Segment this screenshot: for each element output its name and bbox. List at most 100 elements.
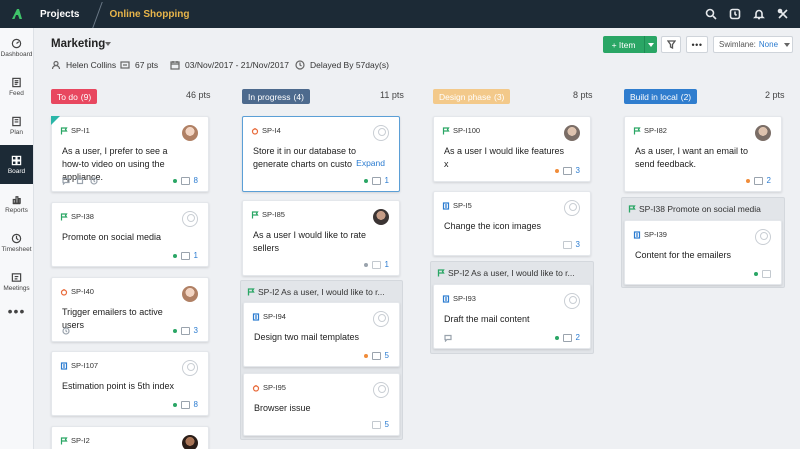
column-status-label: Build in local bbox=[630, 91, 678, 102]
card-title[interactable]: As a user, I want an email to send feedb… bbox=[635, 145, 757, 171]
sidebar-item-meetings[interactable]: Meetings bbox=[0, 262, 33, 301]
card-title[interactable]: Content for the emailers bbox=[635, 249, 757, 262]
avatar[interactable] bbox=[182, 360, 198, 376]
card-actions bbox=[444, 334, 452, 342]
avatar[interactable] bbox=[564, 200, 580, 216]
card-title[interactable]: Design two mail templates bbox=[254, 331, 375, 344]
parent-group-title[interactable]: SP-I2 As a user, I would like to r... bbox=[247, 287, 385, 297]
avatar[interactable] bbox=[373, 311, 389, 327]
expand-link[interactable]: Expand bbox=[352, 158, 385, 168]
column-status-build[interactable]: Build in local (2) bbox=[624, 89, 698, 104]
sidebar-item-board[interactable]: Board bbox=[0, 145, 33, 184]
avatar[interactable] bbox=[373, 382, 389, 398]
page-title[interactable]: Marketing bbox=[51, 38, 105, 50]
card-title[interactable]: Trigger emailers to active users bbox=[62, 306, 184, 332]
sidebar-item-timesheet[interactable]: Timesheet bbox=[0, 223, 33, 262]
avatar[interactable] bbox=[182, 211, 198, 227]
card-id-text: SP-I100 bbox=[453, 126, 481, 135]
card-title[interactable]: Estimation point is 5th index bbox=[62, 380, 184, 393]
avatar[interactable] bbox=[755, 125, 771, 141]
comment-icon[interactable] bbox=[62, 177, 70, 185]
card-title[interactable]: Promote on social media bbox=[62, 231, 184, 244]
story-points-icon bbox=[562, 333, 572, 342]
sidebar-item-feed[interactable]: Feed bbox=[0, 67, 33, 106]
card-title[interactable]: As a user I would like to rate sellers bbox=[253, 229, 375, 255]
card-id-text: SP-I5 bbox=[453, 201, 472, 210]
clock-icon[interactable] bbox=[90, 177, 98, 185]
breadcrumb-project[interactable]: Online Shopping bbox=[109, 9, 189, 20]
column-status-design[interactable]: Design phase (3) bbox=[433, 89, 511, 104]
swimlane-select[interactable]: Swimlane: None bbox=[713, 36, 793, 53]
card-footer: 1 bbox=[363, 176, 389, 185]
attachment-icon[interactable] bbox=[76, 177, 84, 185]
sidebar-item-plan[interactable]: Plan bbox=[0, 106, 33, 145]
card-title[interactable]: Change the icon images bbox=[444, 220, 566, 233]
card[interactable]: SP-I95 Browser issue 5 bbox=[243, 373, 400, 436]
card-title[interactable]: As a user I would like features x bbox=[444, 145, 566, 171]
card[interactable]: SP-I93 Draft the mail content 2 bbox=[433, 284, 591, 349]
card-id-text: SP-I93 bbox=[453, 294, 476, 303]
clock-icon[interactable] bbox=[62, 327, 70, 335]
card[interactable]: SP-I100 As a user I would like features … bbox=[433, 116, 591, 182]
add-item-button[interactable]: + Item bbox=[603, 36, 657, 53]
bug-icon bbox=[252, 384, 260, 392]
card-id: SP-I107 bbox=[60, 361, 98, 370]
priority-dot bbox=[554, 168, 559, 173]
card-footer: 5 bbox=[363, 351, 389, 360]
card[interactable]: SP-I107 Estimation point is 5th index 8 bbox=[51, 351, 209, 416]
card[interactable]: SP-I39 Content for the emailers bbox=[624, 220, 782, 285]
story-points-icon bbox=[180, 326, 190, 335]
column-status-inprogress[interactable]: In progress (4) bbox=[242, 89, 310, 104]
filter-button[interactable] bbox=[661, 36, 681, 53]
comment-icon[interactable] bbox=[444, 334, 452, 342]
column-status-todo[interactable]: To do (9) bbox=[51, 89, 98, 104]
tools-icon[interactable] bbox=[776, 7, 790, 21]
avatar[interactable] bbox=[373, 125, 389, 141]
avatar[interactable] bbox=[564, 293, 580, 309]
story-points-icon bbox=[371, 351, 381, 360]
avatar[interactable] bbox=[373, 209, 389, 225]
card-id-text: SP-I95 bbox=[263, 383, 286, 392]
sidebar-item-label: Feed bbox=[9, 89, 24, 97]
card-title[interactable]: Browser issue bbox=[254, 402, 375, 415]
sidebar-item-label: Timesheet bbox=[1, 245, 32, 253]
card-id-text: SP-I39 bbox=[644, 230, 667, 239]
parent-group-title[interactable]: SP-I38 Promote on social media bbox=[628, 204, 761, 214]
card-id: SP-I1 bbox=[60, 126, 90, 135]
card-title[interactable]: Draft the mail content bbox=[444, 313, 566, 326]
card[interactable]: SP-I40 Trigger emailers to active users … bbox=[51, 277, 209, 342]
card-footer: 3 bbox=[562, 240, 580, 249]
avatar[interactable] bbox=[564, 125, 580, 141]
sidebar-item-dashboard[interactable]: Dashboard bbox=[0, 28, 33, 67]
card[interactable]: SP-I1 As a user, I prefer to see a how-t… bbox=[51, 116, 209, 192]
card[interactable]: SP-I2 bbox=[51, 426, 209, 449]
sidebar-item-reports[interactable]: Reports bbox=[0, 184, 33, 223]
card[interactable]: SP-I94 Design two mail templates 5 bbox=[243, 302, 400, 367]
avatar[interactable] bbox=[755, 229, 771, 245]
card[interactable]: SP-I4 Store it in our database to genera… bbox=[242, 116, 400, 192]
sidebar-more-button[interactable]: ••• bbox=[0, 301, 33, 321]
card-footer: 8 bbox=[172, 400, 198, 409]
card[interactable]: SP-I82 As a user, I want an email to sen… bbox=[624, 116, 782, 192]
card-footer: 2 bbox=[554, 333, 580, 342]
card[interactable]: SP-I85 As a user I would like to rate se… bbox=[242, 200, 400, 276]
avatar[interactable] bbox=[182, 435, 198, 449]
more-options-button[interactable]: ••• bbox=[686, 36, 708, 53]
user-icon bbox=[51, 60, 61, 70]
avatar[interactable] bbox=[182, 286, 198, 302]
add-item-dropdown-icon[interactable] bbox=[644, 36, 657, 53]
timer-icon[interactable] bbox=[728, 7, 742, 21]
bell-icon[interactable] bbox=[752, 7, 766, 21]
card[interactable]: SP-I38 Promote on social media 1 bbox=[51, 202, 209, 267]
avatar[interactable] bbox=[182, 125, 198, 141]
card-footer: 2 bbox=[745, 176, 771, 185]
add-item-label[interactable]: + Item bbox=[603, 40, 644, 50]
search-icon[interactable] bbox=[704, 7, 718, 21]
breadcrumb-projects[interactable]: Projects bbox=[40, 9, 79, 20]
parent-group-title[interactable]: SP-I2 As a user, I would like to r... bbox=[437, 268, 575, 278]
app-logo-icon[interactable] bbox=[0, 0, 34, 28]
board-icon bbox=[11, 155, 22, 165]
chevron-down-icon[interactable] bbox=[105, 42, 111, 46]
card[interactable]: SP-I5 Change the icon images 3 bbox=[433, 191, 591, 256]
card-id: SP-I82 bbox=[633, 126, 667, 135]
